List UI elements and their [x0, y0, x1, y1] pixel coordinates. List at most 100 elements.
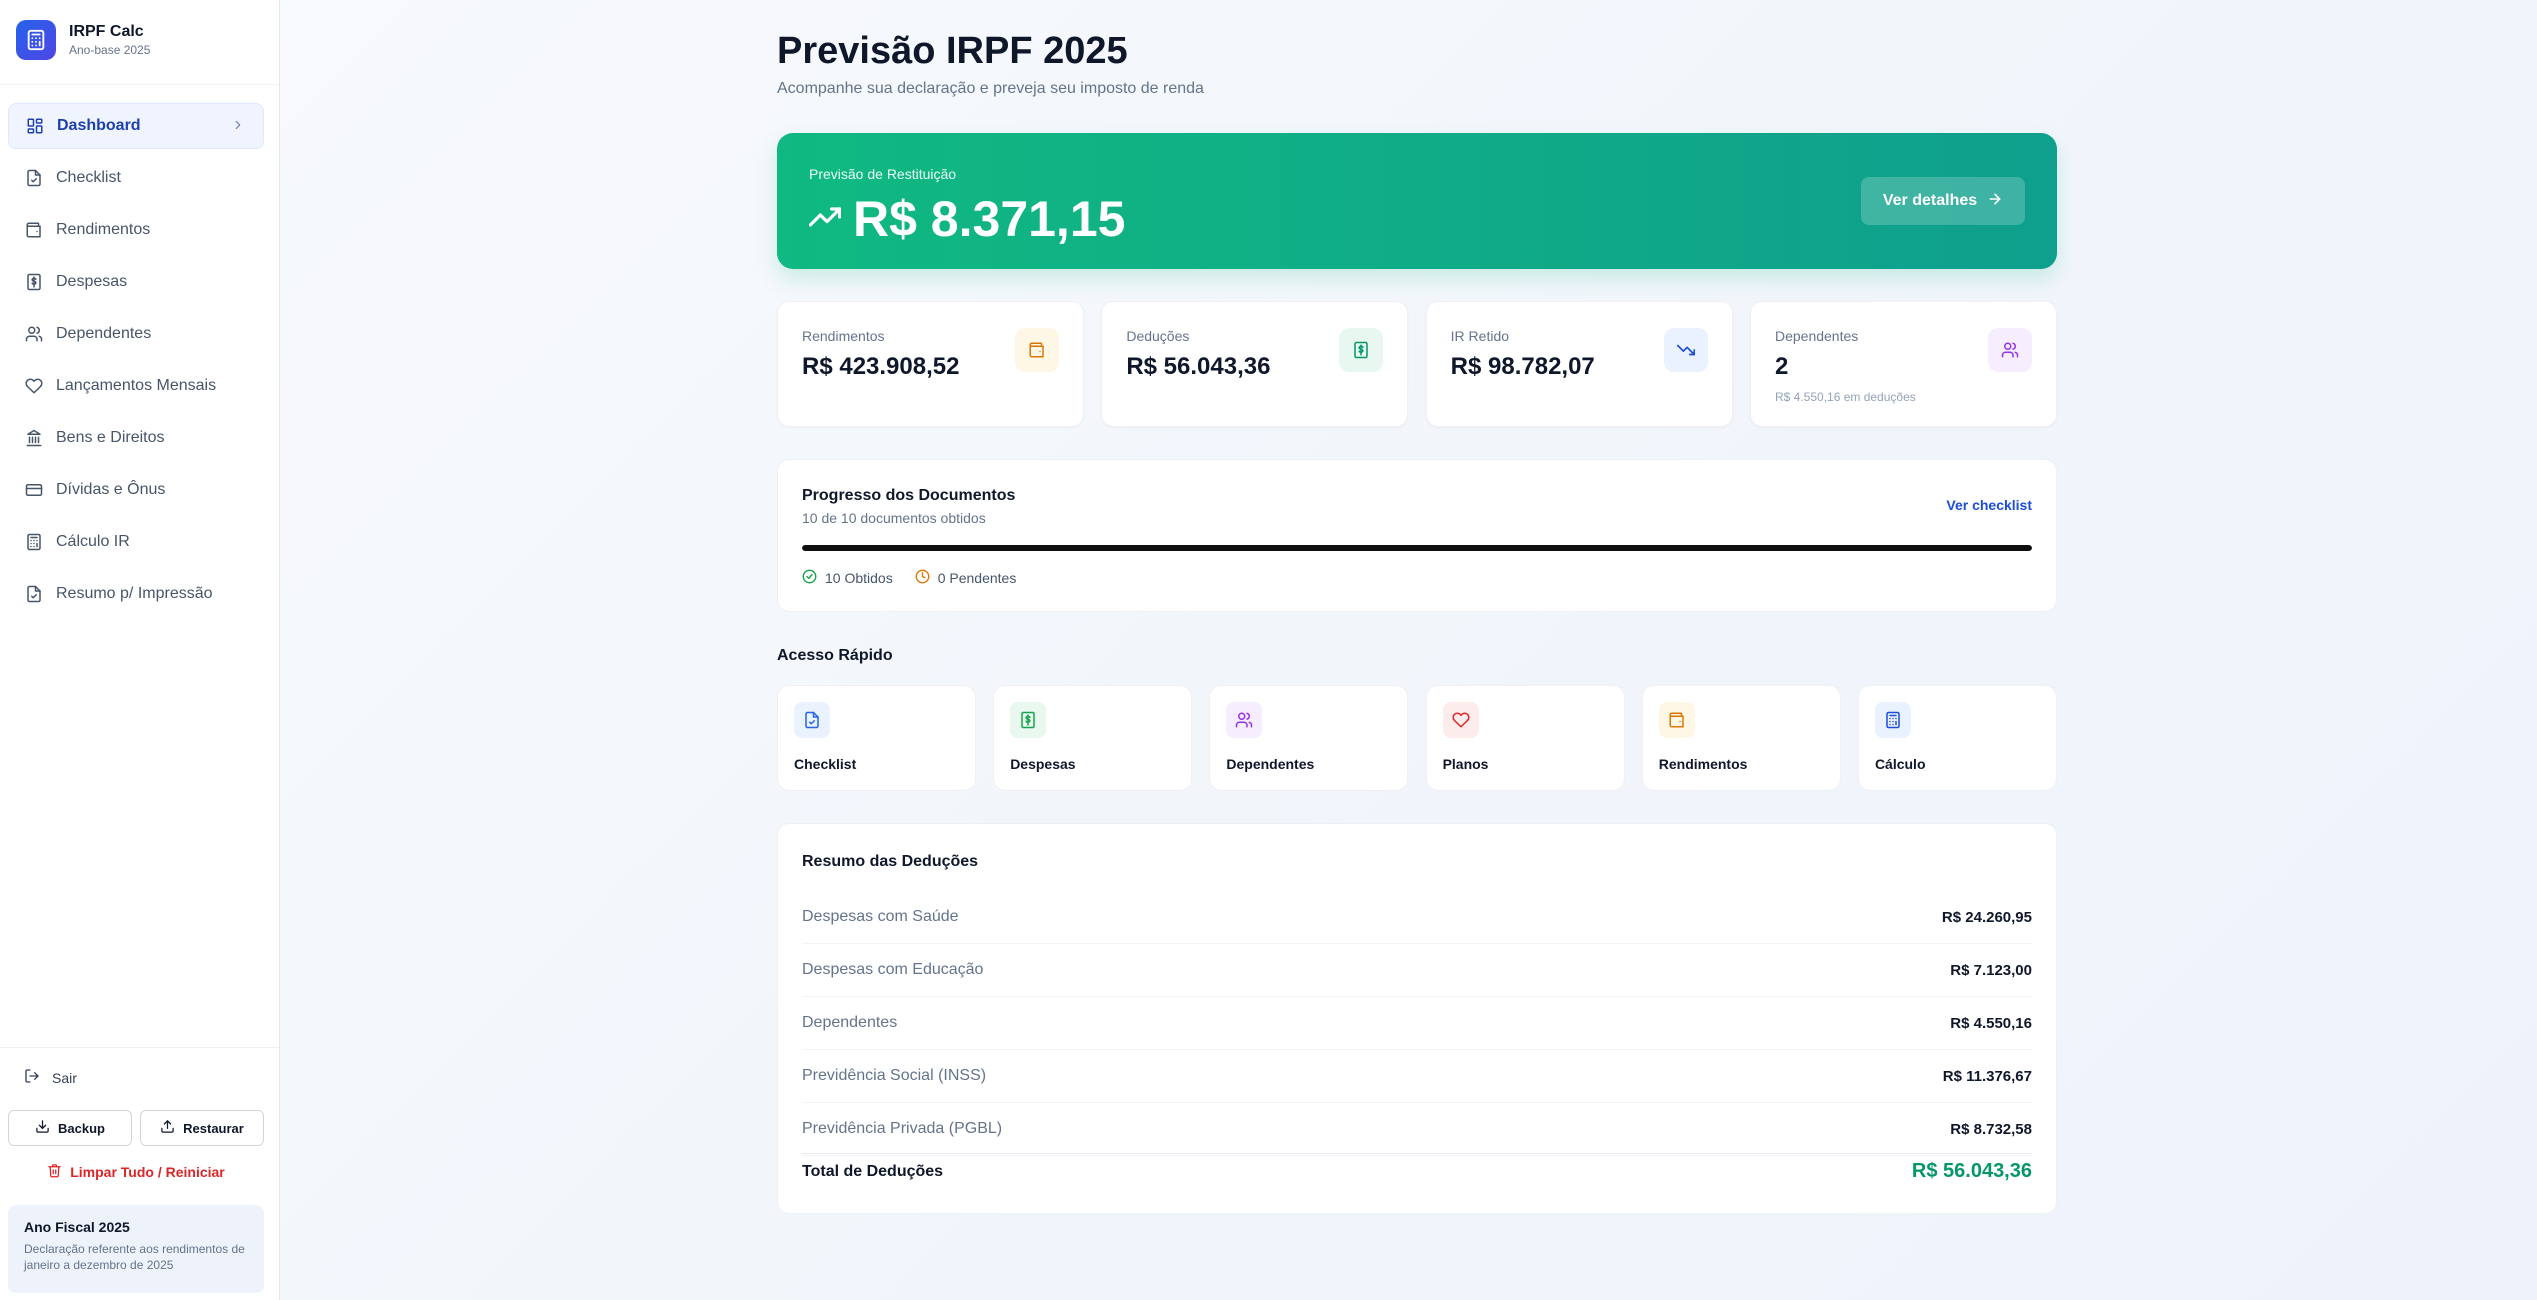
credit-card-icon	[24, 480, 44, 500]
sidebar-item-label: Checklist	[56, 169, 121, 186]
logout-button[interactable]: Sair	[24, 1068, 77, 1087]
deductions-summary-card: Resumo das Deduções Total de Deduções R$…	[777, 823, 2057, 1214]
deduction-label: Despesas com Educação	[802, 961, 984, 978]
heart-icon	[24, 376, 44, 396]
deduction-row: Dependentes R$ 4.550,16	[802, 997, 2032, 1050]
quick-access-grid: Checklist Despesas Dependentes Planos Re…	[777, 685, 2057, 791]
deductions-total-row: Total de Deduções R$ 56.043,36	[802, 1153, 2032, 1187]
brand[interactable]: IRPF Calc Ano-base 2025	[16, 20, 150, 60]
brand-title: IRPF Calc	[69, 23, 144, 40]
quick-access-planos[interactable]: Planos	[1425, 685, 1625, 791]
stats-row: Rendimentos R$ 423.908,52 Deduções R$ 56…	[777, 301, 2057, 427]
clear-all-button[interactable]: Limpar Tudo / Reiniciar	[8, 1163, 264, 1181]
sidebar-item-label: Dependentes	[56, 325, 152, 342]
deduction-row: Previdência Social (INSS) R$ 11.376,67	[802, 1050, 2032, 1103]
chevron-right-icon	[231, 118, 245, 137]
quick-access-title: Acesso Rápido	[777, 647, 893, 664]
fiscal-year-card: Ano Fiscal 2025 Declaração referente aos…	[8, 1205, 264, 1293]
receipt-icon	[1339, 328, 1384, 372]
sidebar-item-calculo-ir[interactable]: Cálculo IR	[8, 519, 264, 565]
sidebar-item-checklist[interactable]: Checklist	[8, 155, 264, 201]
stat-card: Dependentes 2 R$ 4.550,16 em deduções	[1749, 301, 2057, 427]
check-circle-icon	[802, 569, 817, 587]
view-details-label: Ver detalhes	[1882, 192, 1978, 209]
total-value: R$ 56.043,36	[1911, 1160, 2032, 1182]
sidebar-item-resumo-p-impressao[interactable]: Resumo p/ Impressão	[8, 571, 264, 617]
receipt-icon	[24, 272, 44, 292]
restore-label: Restaurar	[183, 1120, 244, 1136]
calculator-icon	[1874, 702, 1911, 738]
stat-label: Deduções	[1126, 328, 1190, 344]
sidebar-item-label: Dashboard	[57, 117, 141, 134]
fiscal-year-description: Declaração referente aos rendimentos de …	[24, 1242, 245, 1272]
divider	[0, 1047, 279, 1048]
upload-icon	[160, 1119, 175, 1137]
users-icon	[24, 324, 44, 344]
receipt-icon	[1010, 702, 1047, 738]
bank-icon	[24, 428, 44, 448]
view-details-button[interactable]: Ver detalhes	[1861, 177, 2025, 225]
sidebar-nav: Dashboard Checklist Rendimentos Despesas…	[8, 103, 264, 623]
sidebar-item-label: Lançamentos Mensais	[56, 377, 217, 394]
dashboard-icon	[25, 116, 45, 136]
stat-card: Rendimentos R$ 423.908,52	[777, 301, 1084, 427]
quick-access-label: Planos	[1442, 756, 1489, 772]
stat-card: Deduções R$ 56.043,36	[1101, 301, 1409, 427]
refund-forecast-card: Previsão de Restituição R$ 8.371,15 Ver …	[777, 133, 2057, 269]
stat-value: R$ 423.908,52	[802, 353, 960, 380]
deduction-row: Previdência Privada (PGBL) R$ 8.732,58	[802, 1103, 2032, 1156]
restore-button[interactable]: Restaurar	[140, 1110, 264, 1146]
stat-note: R$ 4.550,16 em deduções	[1774, 390, 1916, 404]
documents-progress-card: Progresso dos Documentos 10 de 10 docume…	[777, 459, 2057, 612]
wallet-icon	[24, 220, 44, 240]
sidebar-item-label: Resumo p/ Impressão	[56, 585, 213, 602]
stat-label: Rendimentos	[802, 328, 885, 344]
stat-value: 2	[1774, 353, 1789, 380]
stat-label: IR Retido	[1450, 328, 1510, 344]
divider	[0, 84, 279, 85]
sidebar-item-rendimentos[interactable]: Rendimentos	[8, 207, 264, 253]
stat-card: IR Retido R$ 98.782,07	[1425, 301, 1733, 427]
deduction-value: R$ 7.123,00	[1950, 961, 2032, 979]
sidebar-item-despesas[interactable]: Despesas	[8, 259, 264, 305]
sidebar-item-dependentes[interactable]: Dependentes	[8, 311, 264, 357]
sidebar-item-label: Despesas	[56, 273, 128, 290]
deduction-row: Despesas com Saúde R$ 24.260,95	[802, 891, 2032, 944]
quick-access-label: Rendimentos	[1658, 756, 1748, 772]
logout-label: Sair	[52, 1069, 77, 1086]
pending-count: 0 Pendentes	[937, 570, 1017, 586]
deduction-label: Dependentes	[802, 1014, 898, 1031]
sidebar-item-dividas-e-onus[interactable]: Dívidas e Ônus	[8, 467, 264, 513]
deduction-label: Previdência Privada (PGBL)	[802, 1120, 1003, 1137]
deduction-value: R$ 11.376,67	[1942, 1067, 2032, 1085]
calculator-logo-icon	[16, 20, 56, 60]
trending-down-icon	[1663, 328, 1708, 372]
quick-access-rendimentos[interactable]: Rendimentos	[1641, 685, 1841, 791]
quick-access-dependentes[interactable]: Dependentes	[1209, 685, 1409, 791]
sidebar-item-lancamentos-mensais[interactable]: Lançamentos Mensais	[8, 363, 264, 409]
obtained-count: 10 Obtidos	[825, 570, 893, 586]
sidebar-item-label: Rendimentos	[56, 221, 151, 238]
quick-access-checklist[interactable]: Checklist	[777, 685, 976, 791]
fiscal-year-title: Ano Fiscal 2025	[24, 1219, 130, 1235]
file-check-icon	[794, 702, 830, 738]
trash-icon	[47, 1163, 62, 1181]
quick-access-label: Dependentes	[1226, 756, 1315, 772]
wallet-icon	[1658, 702, 1695, 738]
sidebar-item-dashboard[interactable]: Dashboard	[8, 103, 264, 149]
users-icon	[1226, 702, 1263, 738]
file-check-icon	[24, 584, 44, 604]
wallet-icon	[1015, 328, 1059, 372]
sidebar-item-bens-e-direitos[interactable]: Bens e Direitos	[8, 415, 264, 461]
view-checklist-link[interactable]: Ver checklist	[1946, 497, 2032, 513]
clear-all-label: Limpar Tudo / Reiniciar	[70, 1164, 225, 1180]
quick-access-despesas[interactable]: Despesas	[993, 685, 1193, 791]
progress-bar	[802, 545, 2032, 551]
quick-access-calculo[interactable]: Cálculo	[1857, 685, 2057, 791]
refund-amount: R$ 8.371,15	[853, 191, 1126, 247]
backup-button[interactable]: Backup	[8, 1110, 132, 1146]
progress-title: Progresso dos Documentos	[802, 487, 1016, 504]
brand-subtitle: Ano-base 2025	[69, 43, 151, 57]
arrow-right-icon	[1987, 191, 2003, 212]
sidebar-item-label: Dívidas e Ônus	[56, 481, 166, 498]
